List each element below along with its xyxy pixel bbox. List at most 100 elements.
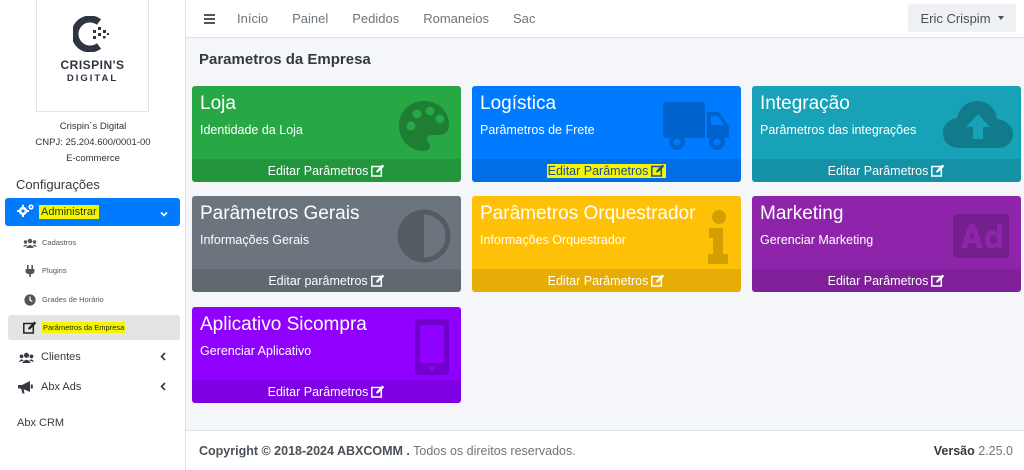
sidebar-subitem-cadastros[interactable]: Cadastros [8, 230, 180, 255]
sidebar-subitem-parametros-empresa[interactable]: Parâmetros da Empresa [8, 315, 180, 340]
card-integracao: Integração Parâmetros das integrações Ed… [752, 86, 1021, 182]
nav-section-header: Configurações [16, 177, 100, 192]
sidebar-item-label: Abx Ads [41, 381, 82, 393]
cloud-upload-icon [943, 100, 1013, 155]
card-logistica: Logística Parâmetros de Frete Editar Par… [472, 86, 741, 182]
bullhorn-icon [18, 380, 38, 394]
chevron-left-icon [160, 352, 166, 364]
rights-text: Todos os direitos reservados. [413, 443, 576, 458]
card-footer-label: Editar Parâmetros [827, 273, 929, 288]
card-footer-link[interactable]: Editar parâmetros [192, 269, 461, 292]
tablet-icon [415, 319, 449, 380]
card-aplicativo-sicompra: Aplicativo Sicompra Gerenciar Aplicativo… [192, 307, 461, 403]
card-footer-link[interactable]: Editar Parâmetros [192, 380, 461, 403]
logo-name: CRISPIN'S [60, 58, 125, 72]
cogs-icon [17, 203, 35, 222]
company-logo[interactable]: CRISPIN'S DIGITAL [36, 0, 149, 112]
edit-icon [931, 274, 945, 287]
card-subtitle: Parâmetros das integrações [760, 123, 917, 137]
version-label: Versão [933, 443, 975, 458]
footer-copyright: Copyright © 2018-2024 ABXCOMM . Todos os… [199, 444, 576, 458]
card-footer-link[interactable]: Editar Parâmetros [472, 159, 741, 182]
nav-link-pedidos[interactable]: Pedidos [352, 11, 399, 26]
caret-down-icon [997, 16, 1004, 20]
card-subtitle: Parâmetros de Frete [480, 123, 595, 137]
card-footer-link[interactable]: Editar Parâmetros [752, 269, 1021, 292]
edit-icon [651, 164, 665, 177]
nav-link-painel[interactable]: Painel [292, 11, 328, 26]
nav-link-inicio[interactable]: Início [237, 11, 268, 26]
footer-version: Versão 2.25.0 [934, 444, 1013, 458]
card-title: Aplicativo Sicompra [200, 314, 367, 335]
card-title: Logística [480, 93, 557, 114]
adjust-icon [397, 209, 451, 268]
sidebar-subitem-grades-horario[interactable]: Grades de Horário [8, 287, 180, 312]
nav-link-romaneios[interactable]: Romaneios [423, 11, 489, 26]
sidebar-item-label: Clientes [41, 351, 81, 363]
sidebar-subitem-label: Grades de Horário [42, 295, 104, 304]
version-number: 2.25.0 [978, 443, 1013, 458]
card-footer-link[interactable]: Editar Parâmetros [472, 269, 741, 292]
card-footer-label: Editar Parâmetros [267, 163, 369, 178]
nav-link-sac[interactable]: Sac [513, 11, 535, 26]
chevron-down-icon [160, 205, 168, 223]
edit-icon [371, 164, 385, 177]
page-footer: Copyright © 2018-2024 ABXCOMM . Todos os… [186, 430, 1024, 470]
palette-icon [397, 99, 451, 158]
card-loja: Loja Identidade da Loja Editar Parâmetro… [192, 86, 461, 182]
sidebar-item-clientes[interactable]: Clientes [5, 344, 180, 370]
sidebar-subitem-label: Plugins [42, 266, 67, 275]
company-type: E-commerce [66, 153, 120, 164]
card-subtitle: Informações Orquestrador [480, 233, 626, 247]
card-subtitle: Gerenciar Aplicativo [200, 344, 312, 358]
user-name: Eric Crispim [920, 10, 991, 26]
card-title: Marketing [760, 203, 844, 224]
card-footer-label: Editar Parâmetros [827, 163, 929, 178]
card-footer-label: Editar Parâmetros [547, 163, 649, 178]
sidebar-subitem-label: Cadastros [42, 238, 77, 247]
card-parametros-orquestrador: Parâmetros Orquestrador Informações Orqu… [472, 196, 741, 292]
card-subtitle: Gerenciar Marketing [760, 233, 874, 247]
ad-icon [953, 214, 1009, 263]
card-subtitle: Identidade da Loja [200, 123, 303, 137]
clock-icon [22, 293, 38, 306]
users-icon [22, 238, 38, 248]
sidebar: CRISPIN'S DIGITAL Crispin´s Digital CNPJ… [0, 0, 186, 470]
chevron-left-icon [160, 382, 166, 394]
card-subtitle: Informações Gerais [200, 233, 310, 247]
card-footer-link[interactable]: Editar Parâmetros [752, 159, 1021, 182]
sidebar-item-abx-ads[interactable]: Abx Ads [5, 374, 180, 400]
card-footer-label: Editar parâmetros [268, 273, 368, 288]
edit-icon [22, 321, 38, 334]
card-title: Integração [760, 93, 850, 114]
card-title: Loja [200, 93, 236, 114]
sidebar-item-administrar[interactable]: Administrar [5, 198, 180, 226]
menu-toggle-icon[interactable] [204, 13, 215, 24]
edit-icon [371, 385, 385, 398]
sidebar-item-label: Administrar [39, 205, 99, 219]
crispins-logo-icon [72, 16, 109, 52]
company-cnpj: CNPJ: 25.204.600/0001-00 [35, 137, 151, 148]
users-icon [18, 352, 38, 363]
edit-icon [370, 274, 385, 287]
sidebar-subitem-label: Parâmetros da Empresa [42, 322, 126, 333]
logo-subtitle: DIGITAL [66, 73, 119, 84]
sidebar-subitem-plugins[interactable]: Plugins [8, 258, 180, 283]
company-name: Crispin´s Digital [59, 121, 127, 132]
sidebar-item-abx-crm[interactable]: Abx CRM [17, 417, 64, 429]
card-footer-link[interactable]: Editar Parâmetros [192, 159, 461, 182]
card-footer-label: Editar Parâmetros [267, 384, 369, 399]
card-parametros-gerais: Parâmetros Gerais Informações Gerais Edi… [192, 196, 461, 292]
edit-icon [651, 274, 665, 287]
edit-icon [931, 164, 945, 177]
user-menu-button[interactable]: Eric Crispim [908, 4, 1016, 32]
copyright-text: Copyright © 2018-2024 ABXCOMM . [199, 443, 410, 458]
card-footer-label: Editar Parâmetros [547, 273, 649, 288]
topbar: Início Painel Pedidos Romaneios Sac Eric… [186, 0, 1024, 38]
card-title: Parâmetros Gerais [200, 203, 360, 224]
card-title: Parâmetros Orquestrador [480, 203, 696, 224]
card-marketing: Marketing Gerenciar Marketing Editar Par… [752, 196, 1021, 292]
plug-icon [22, 264, 38, 277]
info-icon [707, 210, 729, 269]
truck-icon [663, 102, 729, 157]
